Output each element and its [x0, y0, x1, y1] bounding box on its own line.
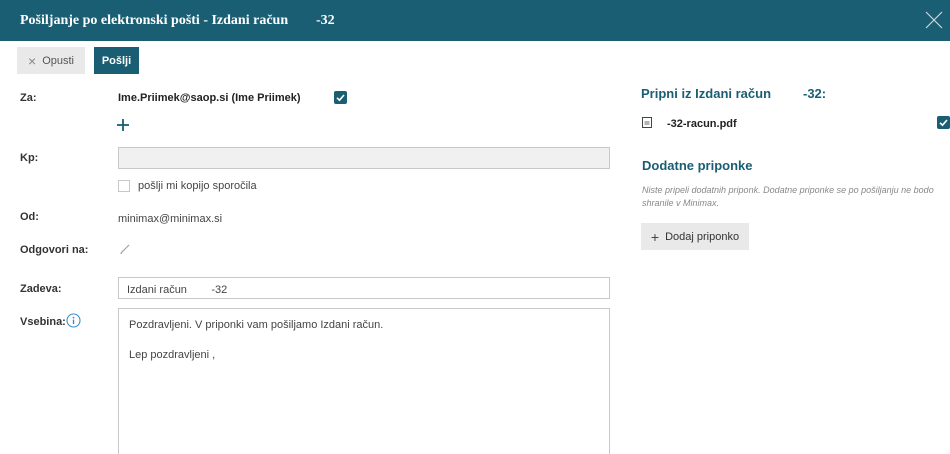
info-icon[interactable] — [66, 313, 81, 328]
send-button[interactable]: Pošlji — [94, 47, 139, 74]
checkmark-icon — [939, 119, 948, 127]
attachment-checkbox[interactable] — [937, 116, 950, 129]
subject-label: Zadeva: — [20, 283, 62, 295]
body-line-closing: Lep pozdravljeni , — [129, 349, 216, 361]
add-attachment-button[interactable]: + Dodaj priponko — [641, 223, 749, 250]
send-copy-checkbox[interactable] — [118, 180, 130, 192]
add-attachment-label: Dodaj priponko — [665, 230, 740, 243]
pencil-icon[interactable] — [119, 243, 131, 255]
body-line-greeting: Pozdravljeni. V priponki vam pošiljamo I… — [129, 319, 384, 331]
extra-attachments-note: Niste pripeli dodatnih priponk. Dodatne … — [642, 185, 934, 208]
send-copy-label: pošlji mi kopijo sporočila — [138, 180, 257, 192]
subject-input[interactable]: Izdani račun -32 — [118, 277, 610, 299]
to-label: Za: — [20, 92, 37, 104]
dialog-title-number: -32 — [316, 13, 335, 28]
from-label: Od: — [20, 211, 39, 223]
to-recipient-checkbox[interactable] — [334, 91, 347, 104]
close-icon: × — [28, 52, 37, 69]
dialog-title-bar: Pošiljanje po elektronski pošti - Izdani… — [0, 0, 950, 41]
body-label: Vsebina: — [20, 316, 66, 328]
attachments-heading: Pripni iz Izdani račun — [641, 86, 772, 101]
checkmark-icon — [336, 94, 345, 102]
cancel-button-label: Opusti — [42, 54, 74, 67]
close-icon[interactable] — [922, 8, 946, 32]
dialog-title: Pošiljanje po elektronski pošti - Izdani… — [20, 13, 289, 28]
extra-attachments-heading: Dodatne priponke — [642, 158, 753, 173]
plus-icon: + — [650, 228, 660, 245]
reply-to-label: Odgovori na: — [20, 244, 89, 256]
cc-label: Kp: — [20, 152, 39, 164]
to-recipient: Ime.Priimek@saop.si (Ime Priimek) — [118, 92, 301, 104]
attachments-heading-number: -32: — [803, 86, 827, 101]
cancel-button[interactable]: × Opusti — [17, 47, 85, 74]
from-value: minimax@minimax.si — [118, 213, 223, 225]
attachment-file-name: -32-racun.pdf — [667, 118, 737, 130]
pdf-file-icon — [642, 117, 652, 128]
body-textarea[interactable]: Pozdravljeni. V priponki vam pošiljamo I… — [118, 308, 610, 454]
add-recipient-icon[interactable] — [116, 118, 130, 132]
cc-input[interactable] — [118, 147, 610, 169]
send-button-label: Pošlji — [101, 54, 132, 67]
